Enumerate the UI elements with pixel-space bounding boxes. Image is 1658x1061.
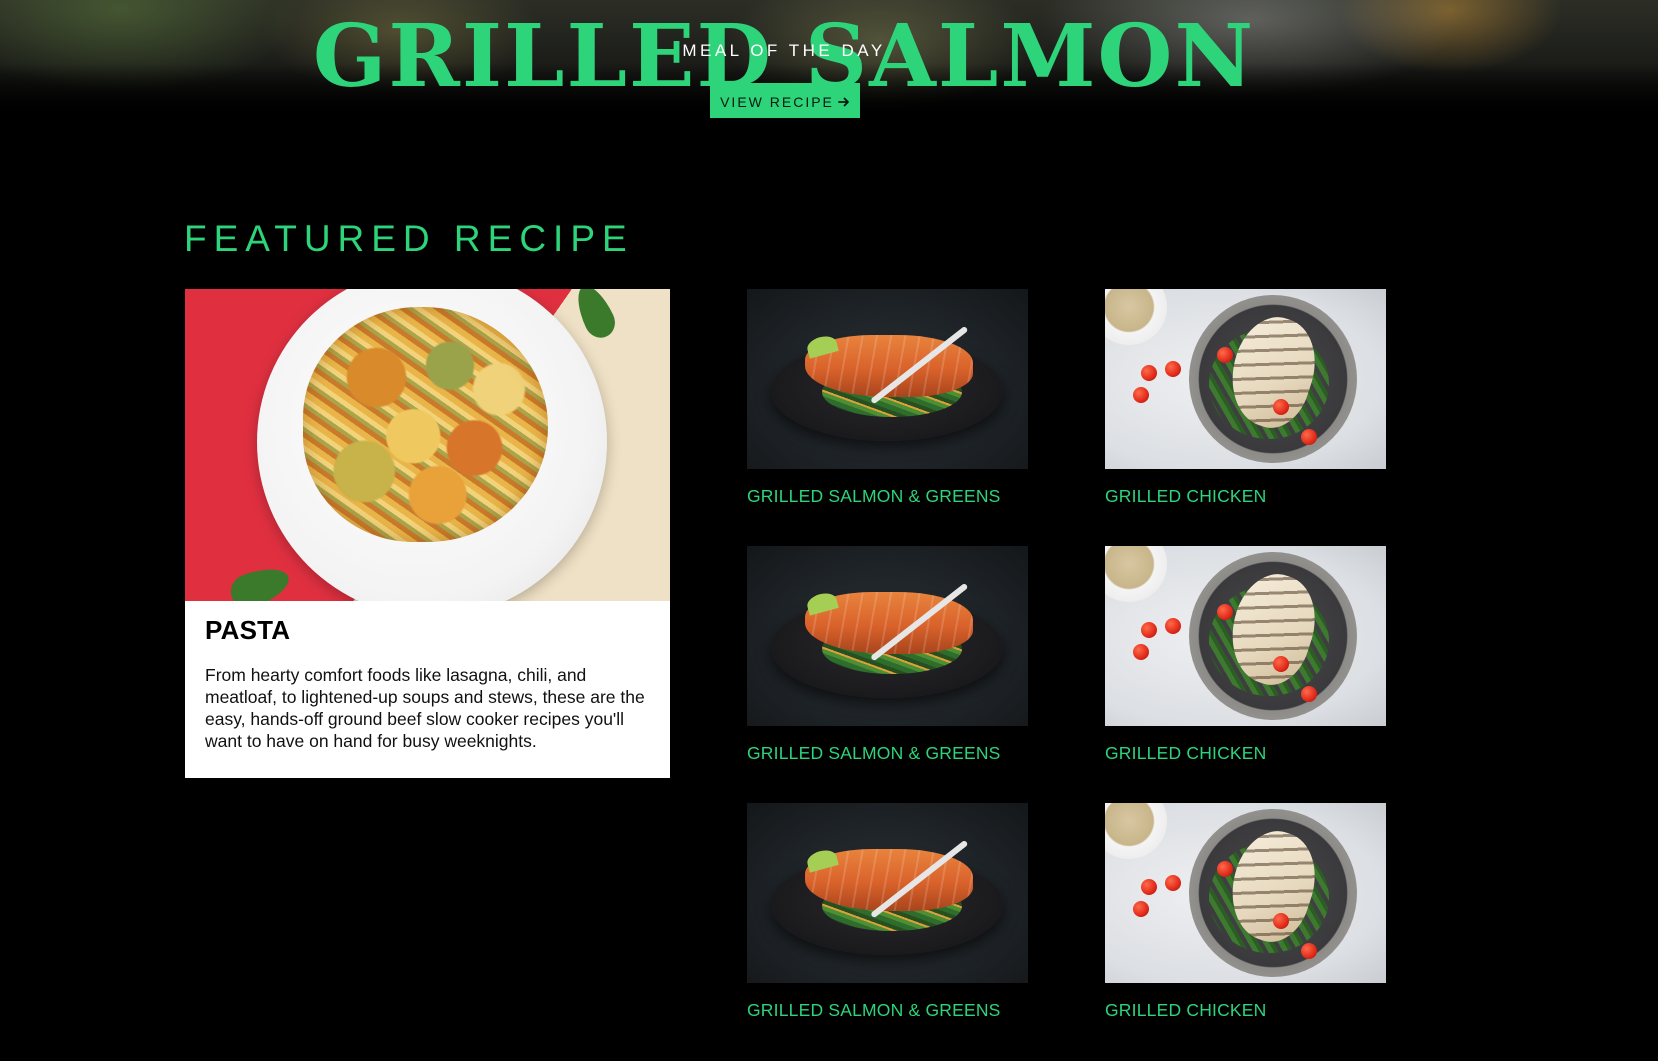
pasta-shape: [303, 307, 548, 542]
recipe-title-link[interactable]: GRILLED CHICKEN: [1105, 1000, 1386, 1021]
tomato-shape: [1217, 861, 1233, 877]
salmon-image[interactable]: [747, 289, 1028, 469]
cup-shape: [1105, 546, 1167, 602]
cup-shape: [1105, 803, 1167, 859]
tomato-shape: [1165, 875, 1181, 891]
chicken-image[interactable]: [1105, 546, 1386, 726]
tomato-shape: [1133, 387, 1149, 403]
basil-leaf-shape: [569, 289, 621, 343]
tomato-shape: [1133, 644, 1149, 660]
tomato-shape: [1141, 365, 1157, 381]
featured-card-body: PASTA From hearty comfort foods like las…: [185, 601, 670, 752]
view-recipe-button-label: VIEW RECIPE: [720, 93, 834, 110]
cup-shape: [1105, 289, 1167, 345]
tomato-shape: [1301, 429, 1317, 445]
salmon-image[interactable]: [747, 546, 1028, 726]
featured-recipe-card[interactable]: PASTA From hearty comfort foods like las…: [185, 289, 670, 778]
recipe-card[interactable]: GRILLED CHICKEN: [1105, 546, 1386, 764]
recipe-title-link[interactable]: GRILLED SALMON & GREENS: [747, 486, 1028, 507]
featured-card-description: From hearty comfort foods like lasagna, …: [205, 665, 645, 751]
featured-section-title: FEATURED RECIPE: [184, 218, 634, 259]
tomato-shape: [1141, 879, 1157, 895]
recipe-card[interactable]: GRILLED SALMON & GREENS: [747, 803, 1028, 1021]
recipe-title-link[interactable]: GRILLED SALMON & GREENS: [747, 1000, 1028, 1021]
recipe-card[interactable]: GRILLED SALMON & GREENS: [747, 546, 1028, 764]
salmon-image[interactable]: [747, 803, 1028, 983]
tomato-shape: [1165, 618, 1181, 634]
chicken-image[interactable]: [1105, 289, 1386, 469]
arrow-right-icon: [837, 97, 849, 106]
tomato-shape: [1165, 361, 1181, 377]
chicken-image[interactable]: [1105, 803, 1386, 983]
tomato-shape: [1133, 901, 1149, 917]
recipe-title-link[interactable]: GRILLED CHICKEN: [1105, 486, 1386, 507]
tomato-shape: [1141, 622, 1157, 638]
hero-subtitle: MEAL OF THE DAY: [682, 41, 886, 60]
recipe-card[interactable]: GRILLED SALMON & GREENS: [747, 289, 1028, 507]
tomato-shape: [1217, 604, 1233, 620]
pasta-image: [185, 289, 670, 601]
hero-banner: GRILLED SALMON MEAL OF THE DAY VIEW RECI…: [0, 0, 1658, 118]
tomato-shape: [1217, 347, 1233, 363]
tomato-shape: [1273, 399, 1289, 415]
basil-leaf-shape: [225, 560, 295, 601]
tomato-shape: [1301, 686, 1317, 702]
featured-card-title: PASTA: [205, 615, 291, 645]
recipe-card[interactable]: GRILLED CHICKEN: [1105, 803, 1386, 1021]
tomato-shape: [1301, 943, 1317, 959]
tomato-shape: [1273, 913, 1289, 929]
recipe-title-link[interactable]: GRILLED SALMON & GREENS: [747, 743, 1028, 764]
view-recipe-button[interactable]: VIEW RECIPE: [710, 83, 860, 118]
recipe-card[interactable]: GRILLED CHICKEN: [1105, 289, 1386, 507]
recipe-title-link[interactable]: GRILLED CHICKEN: [1105, 743, 1386, 764]
tomato-shape: [1273, 656, 1289, 672]
